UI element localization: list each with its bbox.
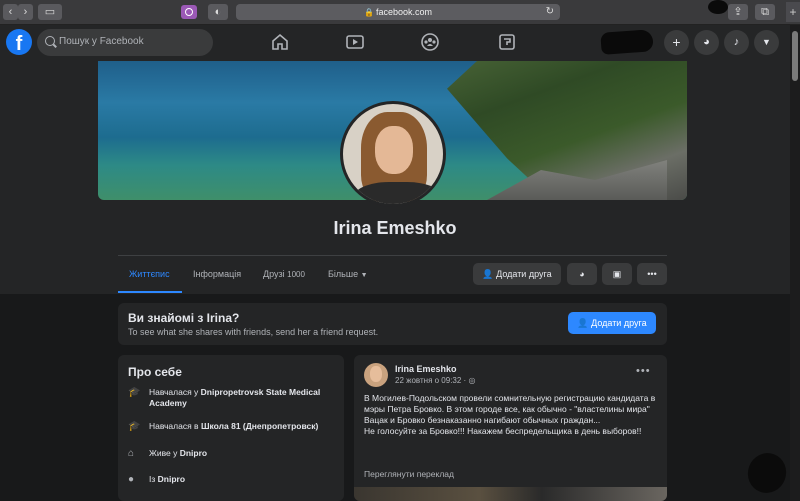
watch-icon[interactable] (345, 32, 365, 52)
profile-name: Irina Emeshko (333, 218, 457, 238)
gaming-icon[interactable] (497, 32, 517, 52)
notifications-icon[interactable]: ♪ (724, 30, 749, 55)
url-text: facebook.com (375, 7, 432, 17)
post-image[interactable] (354, 487, 667, 501)
sidebar-icon[interactable]: ▭ (38, 4, 62, 20)
back-button[interactable]: ‹ (3, 4, 18, 20)
gift-button[interactable]: ▣ (602, 263, 632, 285)
add-friend-primary-button[interactable]: 👤 Додати друга (568, 312, 656, 334)
post-text: В Могилев-Подольском провели сомнительну… (364, 393, 656, 436)
tabs-icon[interactable]: ⧉ (755, 4, 775, 20)
post-timestamp[interactable]: 22 жовтня о 09:32 · ◎ (395, 376, 475, 385)
post-card: Irina Emeshko 22 жовтня о 09:32 · ◎ ••• … (354, 355, 667, 501)
redacted-mark (708, 0, 728, 14)
forward-button[interactable]: › (18, 4, 33, 20)
plus-icon[interactable]: + (664, 30, 689, 55)
divider (118, 255, 667, 256)
redacted-area (600, 29, 654, 55)
account-menu-icon[interactable]: ▼ (754, 30, 779, 55)
education-icon: 🎓 (128, 421, 141, 432)
suggestion-subtitle: To see what she shares with friends, sen… (128, 327, 379, 337)
friend-suggestion-card: Ви знайомі з Irina? To see what she shar… (118, 303, 667, 345)
see-translation-link[interactable]: Переглянути переклад (364, 469, 454, 479)
chevron-down-icon: ▼ (360, 272, 368, 279)
messenger-icon: ◕ (579, 269, 585, 279)
redacted-blob (742, 447, 792, 499)
privacy-shield-icon[interactable]: ◐ (208, 4, 228, 20)
page-scrollbar[interactable] (790, 25, 800, 501)
extension-icon[interactable] (181, 5, 197, 19)
groups-icon[interactable] (420, 32, 440, 52)
post-menu-button[interactable]: ••• (636, 365, 651, 377)
add-friend-button[interactable]: 👤 Додати друга (473, 263, 561, 285)
active-tab-indicator (118, 291, 182, 293)
facebook-logo-icon[interactable]: f (6, 29, 32, 55)
share-icon[interactable]: ⇪ (728, 4, 748, 20)
scroll-thumb[interactable] (792, 31, 798, 81)
tab-timeline[interactable]: Життєпис (129, 269, 170, 279)
message-button[interactable]: ◕ (567, 263, 597, 285)
friends-count: 1000 (287, 270, 305, 279)
tab-info[interactable]: Інформація (193, 269, 241, 279)
suggestion-title: Ви знайомі з Irina? (128, 311, 240, 325)
home-icon[interactable] (270, 32, 290, 52)
facebook-header: f Пошук у Facebook + ◕ ♪ ▼ (0, 25, 790, 62)
globe-icon: ◎ (468, 376, 476, 385)
more-dots-icon: ••• (647, 269, 657, 279)
browser-toolbar: ‹ › ▭ ◐ 🔒 facebook.com ↻ ⇪ ⧉ + (0, 0, 800, 25)
add-friend-icon: 👤 (577, 318, 589, 328)
reload-icon[interactable]: ↻ (546, 4, 554, 20)
profile-header: Irina Emeshko Життєпис Інформація Друзі … (0, 61, 790, 294)
post-author-avatar[interactable] (364, 363, 388, 387)
about-card: Про себе 🎓 Навчалася у Dnipropetrovsk St… (118, 355, 344, 501)
tab-more[interactable]: Більше ▼ (328, 269, 368, 279)
post-author-name[interactable]: Irina Emeshko (395, 364, 457, 374)
gift-icon: ▣ (612, 269, 622, 279)
lock-icon: 🔒 (364, 8, 374, 17)
search-placeholder: Пошук у Facebook (59, 36, 144, 47)
home-icon: ⌂ (128, 448, 135, 459)
search-input[interactable]: Пошук у Facebook (37, 29, 213, 56)
new-tab-button[interactable]: + (786, 2, 800, 22)
tab-friends[interactable]: Друзі 1000 (263, 269, 305, 279)
location-icon: ● (128, 474, 135, 485)
messenger-icon[interactable]: ◕ (694, 30, 719, 55)
add-friend-icon: 👤 (482, 269, 494, 279)
address-bar[interactable]: 🔒 facebook.com ↻ (236, 4, 560, 20)
more-options-button[interactable]: ••• (637, 263, 667, 285)
about-title: Про себе (128, 365, 182, 379)
education-icon: 🎓 (128, 387, 141, 398)
profile-avatar[interactable] (340, 101, 446, 207)
search-icon (45, 36, 55, 46)
